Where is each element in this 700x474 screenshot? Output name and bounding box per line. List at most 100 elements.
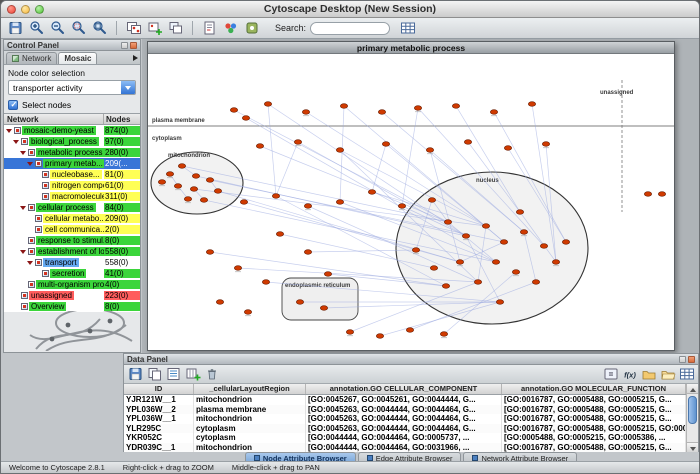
- vizmapper-icon[interactable]: [221, 19, 240, 37]
- network-node[interactable]: [426, 148, 433, 153]
- network-node[interactable]: [496, 300, 503, 305]
- grid-icon[interactable]: [678, 366, 695, 382]
- network-node[interactable]: [462, 234, 469, 239]
- new-network-window-icon[interactable]: [145, 19, 164, 37]
- network-node[interactable]: [428, 198, 435, 203]
- network-node[interactable]: [240, 200, 247, 205]
- tab-mosaic[interactable]: Mosaic: [58, 52, 97, 64]
- column-header-4[interactable]: annotation.GO MOLECULAR_FUNCTION: [502, 384, 686, 394]
- tree-row-metabolic-process[interactable]: metabolic process280(0): [4, 147, 140, 158]
- network-node[interactable]: [504, 146, 511, 151]
- network-window-icon[interactable]: [124, 19, 143, 37]
- network-node[interactable]: [346, 330, 353, 335]
- network-edge[interactable]: [306, 112, 486, 226]
- network-node[interactable]: [516, 210, 523, 215]
- tree-row-unassigned[interactable]: unassigned223(0): [4, 290, 140, 301]
- float-panel-icon[interactable]: [121, 42, 128, 49]
- zoom-selection-icon[interactable]: [69, 19, 88, 37]
- network-node[interactable]: [500, 240, 507, 245]
- annotation-icon[interactable]: [200, 19, 219, 37]
- delete-column-icon[interactable]: [203, 366, 220, 382]
- tree-row-cellular-metabo[interactable]: cellular metabo...209(0): [4, 213, 140, 224]
- table-row-YPL036W__2[interactable]: YPL036W__2plasma membrane[GO:0045263, GO…: [124, 405, 698, 415]
- network-node[interactable]: [336, 148, 343, 153]
- expand-triangle-icon[interactable]: [27, 258, 34, 267]
- network-node[interactable]: [542, 142, 549, 147]
- copy-table-icon[interactable]: [146, 366, 163, 382]
- network-node[interactable]: [192, 174, 199, 179]
- tree-column-nodes[interactable]: Nodes: [104, 114, 140, 124]
- table-grid-icon[interactable]: [398, 19, 417, 37]
- table-row-YPL036W__1[interactable]: YPL036W__1mitochondrion[GO:0045263, GO:0…: [124, 414, 698, 424]
- network-node[interactable]: [230, 108, 237, 113]
- network-node[interactable]: [304, 204, 311, 209]
- folder-icon[interactable]: [640, 366, 657, 382]
- network-node[interactable]: [492, 260, 499, 265]
- tab-overflow-arrow-icon[interactable]: [133, 55, 138, 61]
- network-node[interactable]: [264, 102, 271, 107]
- close-window-button[interactable]: [7, 5, 16, 14]
- select-columns-icon[interactable]: [165, 366, 182, 382]
- network-node[interactable]: [406, 328, 413, 333]
- network-node[interactable]: [532, 280, 539, 285]
- network-node[interactable]: [184, 197, 191, 202]
- network-node[interactable]: [376, 334, 383, 339]
- network-canvas[interactable]: plasma membranecytoplasmmitochondrionnuc…: [148, 54, 674, 350]
- tree-row-multi-organism-pro[interactable]: multi-organism pro...4(0): [4, 279, 140, 290]
- tree-column-network[interactable]: Network: [4, 114, 104, 124]
- network-node[interactable]: [166, 172, 173, 177]
- network-node[interactable]: [216, 300, 223, 305]
- scrollbar-thumb[interactable]: [688, 396, 697, 424]
- scroll-up-icon[interactable]: [687, 384, 698, 394]
- network-node[interactable]: [174, 184, 181, 189]
- color-attribute-select[interactable]: transporter activity: [8, 80, 136, 95]
- column-header-2[interactable]: _cellularLayoutRegion: [194, 384, 306, 394]
- plugin-icon[interactable]: [242, 19, 261, 37]
- tree-row-primary-metab[interactable]: primary metab...209(...: [4, 158, 140, 169]
- scroll-down-icon[interactable]: [687, 442, 698, 452]
- tree-row-nucleobase[interactable]: nucleobase...81(0): [4, 169, 140, 180]
- tree-row-response-to-stimul[interactable]: response to stimul...8(0): [4, 235, 140, 246]
- network-node[interactable]: [552, 260, 559, 265]
- network-node[interactable]: [206, 250, 213, 255]
- zoom-out-icon[interactable]: [48, 19, 67, 37]
- network-node[interactable]: [512, 270, 519, 275]
- tab-network[interactable]: Network: [6, 52, 57, 64]
- expand-triangle-icon[interactable]: [20, 247, 27, 256]
- equation-icon[interactable]: =: [602, 366, 619, 382]
- column-header-1[interactable]: ID: [124, 384, 194, 394]
- network-node[interactable]: [464, 140, 471, 145]
- network-node[interactable]: [276, 232, 283, 237]
- table-scrollbar[interactable]: [686, 384, 698, 452]
- network-node[interactable]: [200, 198, 207, 203]
- network-node[interactable]: [520, 230, 527, 235]
- expand-triangle-icon[interactable]: [20, 148, 27, 157]
- network-node[interactable]: [440, 332, 447, 337]
- network-edge[interactable]: [268, 104, 466, 236]
- network-node[interactable]: [430, 266, 437, 271]
- tree-row-cellular-process[interactable]: cellular process84(0): [4, 202, 140, 213]
- tree-row-macromolecule[interactable]: macromolecule...311(0): [4, 191, 140, 202]
- network-node[interactable]: [442, 284, 449, 289]
- network-node[interactable]: [414, 106, 421, 111]
- tree-row-secretion[interactable]: secretion41(0): [4, 268, 140, 279]
- network-node[interactable]: [482, 224, 489, 229]
- network-node[interactable]: [304, 250, 311, 255]
- table-row-YDR039C__1[interactable]: YDR039C__1mitochondrion[GO:0044444, GO:0…: [124, 443, 698, 453]
- expand-triangle-icon[interactable]: [20, 203, 27, 212]
- folder-open-icon[interactable]: [659, 366, 676, 382]
- export-table-icon[interactable]: [127, 366, 144, 382]
- table-row-YKR052C[interactable]: YKR052Ccytoplasm[GO:0044444, GO:0044464,…: [124, 433, 698, 443]
- network-node[interactable]: [262, 280, 269, 285]
- tree-row-biological-process[interactable]: biological_process97(0): [4, 136, 140, 147]
- network-node[interactable]: [234, 266, 241, 271]
- network-node[interactable]: [644, 192, 651, 197]
- network-node[interactable]: [378, 110, 385, 115]
- network-node[interactable]: [340, 104, 347, 109]
- network-node[interactable]: [190, 187, 197, 192]
- network-node[interactable]: [294, 140, 301, 145]
- expand-triangle-icon[interactable]: [27, 159, 34, 168]
- network-node[interactable]: [490, 110, 497, 115]
- network-node[interactable]: [658, 192, 665, 197]
- select-nodes-checkbox[interactable]: [8, 100, 18, 110]
